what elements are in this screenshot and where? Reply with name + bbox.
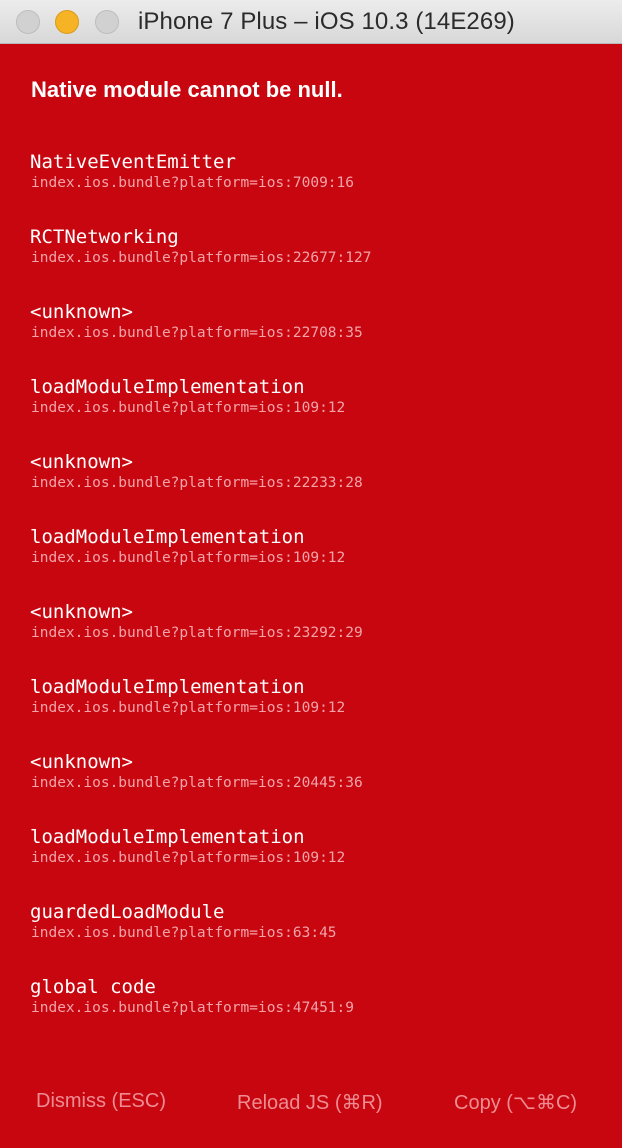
action-bar: Dismiss (ESC) Reload JS (⌘R) Copy (⌥⌘C) bbox=[0, 1086, 622, 1126]
window-title: iPhone 7 Plus – iOS 10.3 (14E269) bbox=[138, 8, 515, 35]
stack-frame[interactable]: loadModuleImplementation index.ios.bundl… bbox=[30, 375, 600, 450]
stack-frame[interactable]: <unknown> index.ios.bundle?platform=ios:… bbox=[30, 300, 600, 375]
frame-file: index.ios.bundle?platform=ios:109:12 bbox=[31, 700, 346, 716]
stack-frame[interactable]: <unknown> index.ios.bundle?platform=ios:… bbox=[30, 450, 600, 525]
stack-frame[interactable]: <unknown> index.ios.bundle?platform=ios:… bbox=[30, 750, 600, 825]
frame-file: index.ios.bundle?platform=ios:109:12 bbox=[31, 400, 346, 416]
frame-method: loadModuleImplementation bbox=[30, 376, 305, 398]
stack-frame[interactable]: global code index.ios.bundle?platform=io… bbox=[30, 975, 600, 1050]
frame-method: global code bbox=[30, 976, 156, 998]
frame-file: index.ios.bundle?platform=ios:63:45 bbox=[31, 925, 337, 941]
frame-file: index.ios.bundle?platform=ios:109:12 bbox=[31, 850, 346, 866]
stack-frame[interactable]: RCTNetworking index.ios.bundle?platform=… bbox=[30, 225, 600, 300]
stack-trace: NativeEventEmitter index.ios.bundle?plat… bbox=[30, 150, 600, 1050]
minimize-window-button[interactable] bbox=[55, 10, 79, 34]
frame-file: index.ios.bundle?platform=ios:22708:35 bbox=[31, 325, 363, 341]
stack-frame[interactable]: guardedLoadModule index.ios.bundle?platf… bbox=[30, 900, 600, 975]
frame-file: index.ios.bundle?platform=ios:109:12 bbox=[31, 550, 346, 566]
zoom-window-button[interactable] bbox=[95, 10, 119, 34]
title-bar[interactable]: iPhone 7 Plus – iOS 10.3 (14E269) bbox=[0, 0, 622, 44]
frame-file: index.ios.bundle?platform=ios:7009:16 bbox=[31, 175, 355, 191]
dismiss-button[interactable]: Dismiss (ESC) bbox=[36, 1090, 166, 1113]
frame-method: RCTNetworking bbox=[30, 226, 179, 248]
frame-method: <unknown> bbox=[30, 751, 133, 773]
frame-file: index.ios.bundle?platform=ios:22677:127 bbox=[31, 250, 372, 266]
frame-method: loadModuleImplementation bbox=[30, 526, 305, 548]
close-window-button[interactable] bbox=[16, 10, 40, 34]
frame-file: index.ios.bundle?platform=ios:20445:36 bbox=[31, 775, 363, 791]
frame-method: guardedLoadModule bbox=[30, 901, 225, 923]
frame-file: index.ios.bundle?platform=ios:47451:9 bbox=[31, 1000, 355, 1016]
stack-frame[interactable]: NativeEventEmitter index.ios.bundle?plat… bbox=[30, 150, 600, 225]
copy-button[interactable]: Copy (⌥⌘C) bbox=[454, 1090, 577, 1115]
frame-method: loadModuleImplementation bbox=[30, 826, 305, 848]
reload-js-button[interactable]: Reload JS (⌘R) bbox=[237, 1090, 383, 1115]
stack-frame[interactable]: loadModuleImplementation index.ios.bundl… bbox=[30, 825, 600, 900]
stack-frame[interactable]: <unknown> index.ios.bundle?platform=ios:… bbox=[30, 600, 600, 675]
frame-file: index.ios.bundle?platform=ios:23292:29 bbox=[31, 625, 363, 641]
frame-method: <unknown> bbox=[30, 301, 133, 323]
stack-frame[interactable]: loadModuleImplementation index.ios.bundl… bbox=[30, 525, 600, 600]
stack-frame[interactable]: loadModuleImplementation index.ios.bundl… bbox=[30, 675, 600, 750]
error-message: Native module cannot be null. bbox=[31, 77, 343, 102]
frame-method: loadModuleImplementation bbox=[30, 676, 305, 698]
simulator-window: iPhone 7 Plus – iOS 10.3 (14E269) Native… bbox=[0, 0, 622, 1148]
frame-method: NativeEventEmitter bbox=[30, 151, 236, 173]
frame-method: <unknown> bbox=[30, 601, 133, 623]
frame-method: <unknown> bbox=[30, 451, 133, 473]
frame-file: index.ios.bundle?platform=ios:22233:28 bbox=[31, 475, 363, 491]
